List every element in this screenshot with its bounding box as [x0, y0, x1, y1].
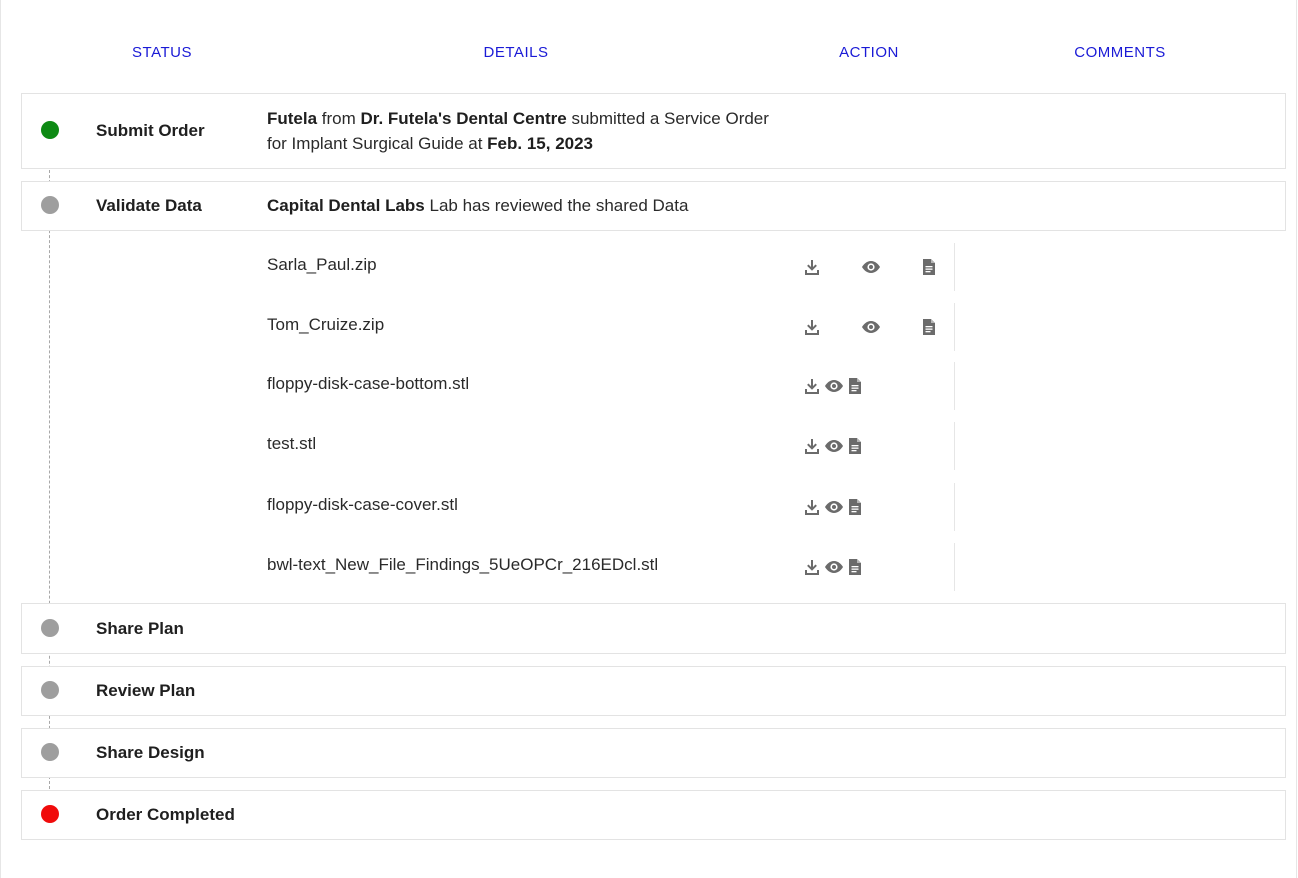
submitter-name: Futela [267, 109, 318, 128]
eye-icon[interactable] [824, 436, 844, 456]
step-label: Share Plan [96, 619, 184, 638]
step-row-share-plan [21, 603, 1286, 654]
file-name: floppy-disk-case-cover.stl [267, 495, 458, 514]
column-divider [954, 422, 955, 470]
status-dot-pending [41, 681, 59, 699]
file-row: test.stl [0, 422, 1298, 470]
step-row-share-design [21, 728, 1286, 778]
column-divider [954, 243, 955, 291]
download-icon[interactable] [802, 317, 822, 337]
lab-name: Capital Dental Labs [267, 196, 425, 215]
eye-icon[interactable] [824, 557, 844, 577]
step-label: Review Plan [96, 681, 196, 700]
column-header-details: DETAILS [483, 44, 549, 61]
step-label: Validate Data [96, 196, 202, 215]
download-icon[interactable] [802, 497, 822, 517]
eye-icon[interactable] [824, 376, 844, 396]
status-dot-pending [41, 743, 59, 761]
details-text: Lab has reviewed the shared Data [424, 196, 689, 215]
status-dot-final [41, 805, 59, 823]
step-details: Futela from Dr. Futela's Dental Centre s… [267, 106, 769, 156]
eye-icon[interactable] [861, 257, 881, 277]
file-row: floppy-disk-case-bottom.stl [0, 362, 1298, 410]
step-label: Share Design [96, 743, 205, 762]
download-icon[interactable] [802, 257, 822, 277]
details-text: for Implant Surgical Guide at [267, 134, 488, 153]
download-icon[interactable] [802, 557, 822, 577]
column-header-comments: COMMENTS [1074, 44, 1166, 61]
order-date: Feb. 15, 2023 [487, 134, 594, 153]
column-header-status: STATUS [132, 44, 192, 61]
column-divider [954, 483, 955, 531]
file-name: Sarla_Paul.zip [267, 255, 377, 274]
file-name: bwl-text_New_File_Findings_5UeOPCr_216ED… [267, 555, 659, 574]
column-header-action: ACTION [839, 44, 899, 61]
file-name: floppy-disk-case-bottom.stl [267, 374, 470, 393]
file-row: Sarla_Paul.zip [0, 243, 1298, 291]
column-divider [954, 362, 955, 410]
document-icon[interactable] [845, 557, 865, 577]
step-label: Order Completed [96, 805, 235, 824]
download-icon[interactable] [802, 436, 822, 456]
file-name: Tom_Cruize.zip [267, 315, 385, 334]
status-dot-completed [41, 121, 59, 139]
file-row: floppy-disk-case-cover.stl [0, 483, 1298, 531]
document-icon[interactable] [845, 376, 865, 396]
file-name: test.stl [267, 434, 317, 453]
eye-icon[interactable] [861, 317, 881, 337]
column-divider [954, 303, 955, 351]
column-divider [954, 543, 955, 591]
step-details: Capital Dental Labs Lab has reviewed the… [267, 193, 688, 218]
download-icon[interactable] [802, 376, 822, 396]
eye-icon[interactable] [824, 497, 844, 517]
file-row: Tom_Cruize.zip [0, 303, 1298, 351]
details-text: from [317, 109, 361, 128]
document-icon[interactable] [919, 257, 939, 277]
clinic-name: Dr. Futela's Dental Centre [360, 109, 567, 128]
step-row-review-plan [21, 666, 1286, 716]
document-icon[interactable] [919, 317, 939, 337]
table-header: STATUS DETAILS ACTION COMMENTS [0, 44, 1298, 68]
details-text: submitted a Service Order [566, 109, 769, 128]
file-row: bwl-text_New_File_Findings_5UeOPCr_216ED… [0, 543, 1298, 591]
document-icon[interactable] [845, 497, 865, 517]
document-icon[interactable] [845, 436, 865, 456]
status-dot-pending [41, 619, 59, 637]
step-label: Submit Order [96, 121, 205, 140]
status-dot-pending [41, 196, 59, 214]
